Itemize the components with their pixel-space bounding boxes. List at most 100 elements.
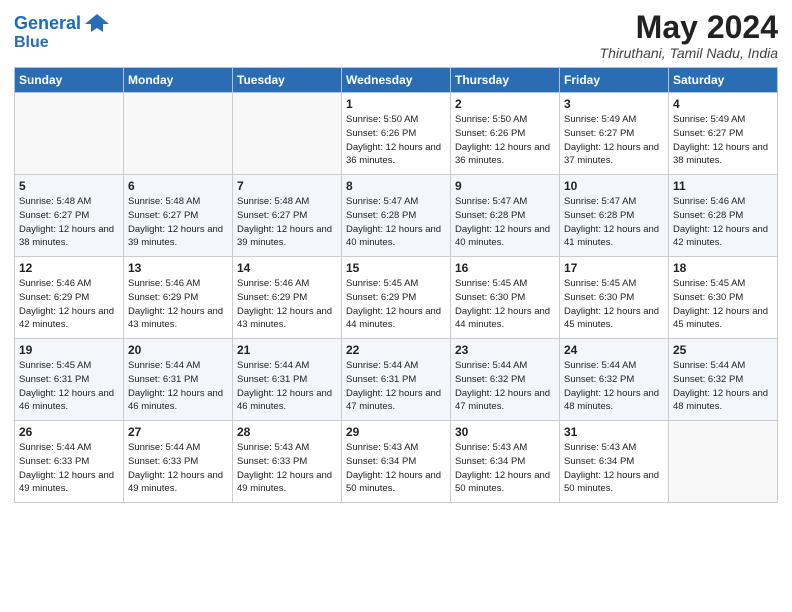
day-number: 31: [564, 425, 664, 439]
calendar-day-cell: 26Sunrise: 5:44 AM Sunset: 6:33 PM Dayli…: [15, 421, 124, 503]
day-number: 23: [455, 343, 555, 357]
day-info: Sunrise: 5:44 AM Sunset: 6:31 PM Dayligh…: [128, 359, 228, 414]
day-info: Sunrise: 5:44 AM Sunset: 6:32 PM Dayligh…: [673, 359, 773, 414]
calendar-day-cell: 1 Sunrise: 5:50 AM Sunset: 6:26 PM Daylig…: [342, 93, 451, 175]
day-number: 4: [673, 97, 773, 111]
day-number: 9: [455, 179, 555, 193]
calendar-day-cell: 10 Sunrise: 5:47 AM Sunset: 6:28 PM Dayli…: [560, 175, 669, 257]
day-info: Sunrise: 5:44 AM Sunset: 6:32 PM Dayligh…: [564, 359, 664, 414]
col-wednesday: Wednesday: [342, 68, 451, 93]
day-info: Sunrise: 5:43 AM Sunset: 6:34 PM Dayligh…: [346, 441, 446, 496]
day-number: 28: [237, 425, 337, 439]
calendar-day-cell: 21 Sunrise: 5:44 AM Sunset: 6:31 PM Dayli…: [233, 339, 342, 421]
day-number: 10: [564, 179, 664, 193]
logo-bird-icon: [83, 10, 111, 38]
calendar-day-cell: [15, 93, 124, 175]
calendar-day-cell: 4 Sunrise: 5:49 AM Sunset: 6:27 PM Daylig…: [669, 93, 778, 175]
day-info: Sunrise: 5:49 AM Sunset: 6:27 PM Dayligh…: [564, 113, 664, 168]
calendar-day-cell: 7 Sunrise: 5:48 AM Sunset: 6:27 PM Daylig…: [233, 175, 342, 257]
day-number: 2: [455, 97, 555, 111]
day-info: Sunrise: 5:45 AM Sunset: 6:30 PM Dayligh…: [673, 277, 773, 332]
calendar-day-cell: 2Sunrise: 5:50 AM Sunset: 6:26 PM Daylig…: [451, 93, 560, 175]
calendar-day-cell: 3 Sunrise: 5:49 AM Sunset: 6:27 PM Daylig…: [560, 93, 669, 175]
day-number: 18: [673, 261, 773, 275]
day-info: Sunrise: 5:46 AM Sunset: 6:29 PM Dayligh…: [128, 277, 228, 332]
day-number: 3: [564, 97, 664, 111]
day-number: 5: [19, 179, 119, 193]
calendar-day-cell: 8 Sunrise: 5:47 AM Sunset: 6:28 PM Daylig…: [342, 175, 451, 257]
day-info: Sunrise: 5:47 AM Sunset: 6:28 PM Dayligh…: [346, 195, 446, 250]
calendar-week-row: 5 Sunrise: 5:48 AM Sunset: 6:27 PM Daylig…: [15, 175, 778, 257]
calendar-day-cell: 9 Sunrise: 5:47 AM Sunset: 6:28 PM Daylig…: [451, 175, 560, 257]
col-tuesday: Tuesday: [233, 68, 342, 93]
day-info: Sunrise: 5:43 AM Sunset: 6:33 PM Dayligh…: [237, 441, 337, 496]
day-number: 25: [673, 343, 773, 357]
calendar-day-cell: 20 Sunrise: 5:44 AM Sunset: 6:31 PM Dayli…: [124, 339, 233, 421]
day-info: Sunrise: 5:45 AM Sunset: 6:30 PM Dayligh…: [455, 277, 555, 332]
page: General Blue May 2024 Thiruthani, Tamil …: [0, 0, 792, 612]
day-number: 15: [346, 261, 446, 275]
calendar-day-cell: [669, 421, 778, 503]
day-info: Sunrise: 5:48 AM Sunset: 6:27 PM Dayligh…: [237, 195, 337, 250]
day-number: 8: [346, 179, 446, 193]
day-info: Sunrise: 5:48 AM Sunset: 6:27 PM Dayligh…: [128, 195, 228, 250]
logo-text: General: [14, 14, 81, 34]
day-info: Sunrise: 5:43 AM Sunset: 6:34 PM Dayligh…: [564, 441, 664, 496]
col-sunday: Sunday: [15, 68, 124, 93]
calendar-day-cell: 6Sunrise: 5:48 AM Sunset: 6:27 PM Daylig…: [124, 175, 233, 257]
day-number: 20: [128, 343, 228, 357]
month-title: May 2024: [600, 10, 778, 45]
calendar-day-cell: 30Sunrise: 5:43 AM Sunset: 6:34 PM Dayli…: [451, 421, 560, 503]
calendar-day-cell: 28 Sunrise: 5:43 AM Sunset: 6:33 PM Dayli…: [233, 421, 342, 503]
day-number: 11: [673, 179, 773, 193]
day-info: Sunrise: 5:50 AM Sunset: 6:26 PM Dayligh…: [346, 113, 446, 168]
day-info: Sunrise: 5:44 AM Sunset: 6:33 PM Dayligh…: [128, 441, 228, 496]
calendar-week-row: 12 Sunrise: 5:46 AM Sunset: 6:29 PM Dayli…: [15, 257, 778, 339]
header: General Blue May 2024 Thiruthani, Tamil …: [14, 10, 778, 61]
day-number: 22: [346, 343, 446, 357]
day-number: 12: [19, 261, 119, 275]
day-info: Sunrise: 5:43 AM Sunset: 6:34 PM Dayligh…: [455, 441, 555, 496]
calendar-week-row: 19Sunrise: 5:45 AM Sunset: 6:31 PM Dayli…: [15, 339, 778, 421]
day-info: Sunrise: 5:47 AM Sunset: 6:28 PM Dayligh…: [455, 195, 555, 250]
calendar-day-cell: 14 Sunrise: 5:46 AM Sunset: 6:29 PM Dayli…: [233, 257, 342, 339]
calendar-day-cell: 12 Sunrise: 5:46 AM Sunset: 6:29 PM Dayli…: [15, 257, 124, 339]
col-saturday: Saturday: [669, 68, 778, 93]
day-number: 27: [128, 425, 228, 439]
day-number: 1: [346, 97, 446, 111]
calendar-day-cell: 29 Sunrise: 5:43 AM Sunset: 6:34 PM Dayli…: [342, 421, 451, 503]
col-friday: Friday: [560, 68, 669, 93]
day-info: Sunrise: 5:45 AM Sunset: 6:31 PM Dayligh…: [19, 359, 119, 414]
calendar-week-row: 26Sunrise: 5:44 AM Sunset: 6:33 PM Dayli…: [15, 421, 778, 503]
day-number: 24: [564, 343, 664, 357]
day-info: Sunrise: 5:48 AM Sunset: 6:27 PM Dayligh…: [19, 195, 119, 250]
day-info: Sunrise: 5:47 AM Sunset: 6:28 PM Dayligh…: [564, 195, 664, 250]
day-number: 21: [237, 343, 337, 357]
col-thursday: Thursday: [451, 68, 560, 93]
calendar-day-cell: 31 Sunrise: 5:43 AM Sunset: 6:34 PM Dayli…: [560, 421, 669, 503]
day-number: 17: [564, 261, 664, 275]
calendar-week-row: 1 Sunrise: 5:50 AM Sunset: 6:26 PM Daylig…: [15, 93, 778, 175]
day-info: Sunrise: 5:46 AM Sunset: 6:28 PM Dayligh…: [673, 195, 773, 250]
calendar-day-cell: 13Sunrise: 5:46 AM Sunset: 6:29 PM Dayli…: [124, 257, 233, 339]
calendar-day-cell: 23Sunrise: 5:44 AM Sunset: 6:32 PM Dayli…: [451, 339, 560, 421]
day-number: 14: [237, 261, 337, 275]
calendar-day-cell: 16Sunrise: 5:45 AM Sunset: 6:30 PM Dayli…: [451, 257, 560, 339]
day-number: 29: [346, 425, 446, 439]
calendar-day-cell: [124, 93, 233, 175]
calendar-day-cell: 19Sunrise: 5:45 AM Sunset: 6:31 PM Dayli…: [15, 339, 124, 421]
day-number: 7: [237, 179, 337, 193]
calendar-day-cell: 5 Sunrise: 5:48 AM Sunset: 6:27 PM Daylig…: [15, 175, 124, 257]
day-info: Sunrise: 5:44 AM Sunset: 6:31 PM Dayligh…: [346, 359, 446, 414]
day-info: Sunrise: 5:46 AM Sunset: 6:29 PM Dayligh…: [19, 277, 119, 332]
calendar-day-cell: 22 Sunrise: 5:44 AM Sunset: 6:31 PM Dayli…: [342, 339, 451, 421]
location: Thiruthani, Tamil Nadu, India: [600, 45, 778, 61]
calendar-day-cell: 17Sunrise: 5:45 AM Sunset: 6:30 PM Dayli…: [560, 257, 669, 339]
calendar-day-cell: 15Sunrise: 5:45 AM Sunset: 6:29 PM Dayli…: [342, 257, 451, 339]
calendar-day-cell: 24 Sunrise: 5:44 AM Sunset: 6:32 PM Dayli…: [560, 339, 669, 421]
day-info: Sunrise: 5:46 AM Sunset: 6:29 PM Dayligh…: [237, 277, 337, 332]
calendar-day-cell: 25 Sunrise: 5:44 AM Sunset: 6:32 PM Dayli…: [669, 339, 778, 421]
day-info: Sunrise: 5:44 AM Sunset: 6:31 PM Dayligh…: [237, 359, 337, 414]
logo-blue-text: Blue: [14, 34, 49, 52]
day-info: Sunrise: 5:49 AM Sunset: 6:27 PM Dayligh…: [673, 113, 773, 168]
